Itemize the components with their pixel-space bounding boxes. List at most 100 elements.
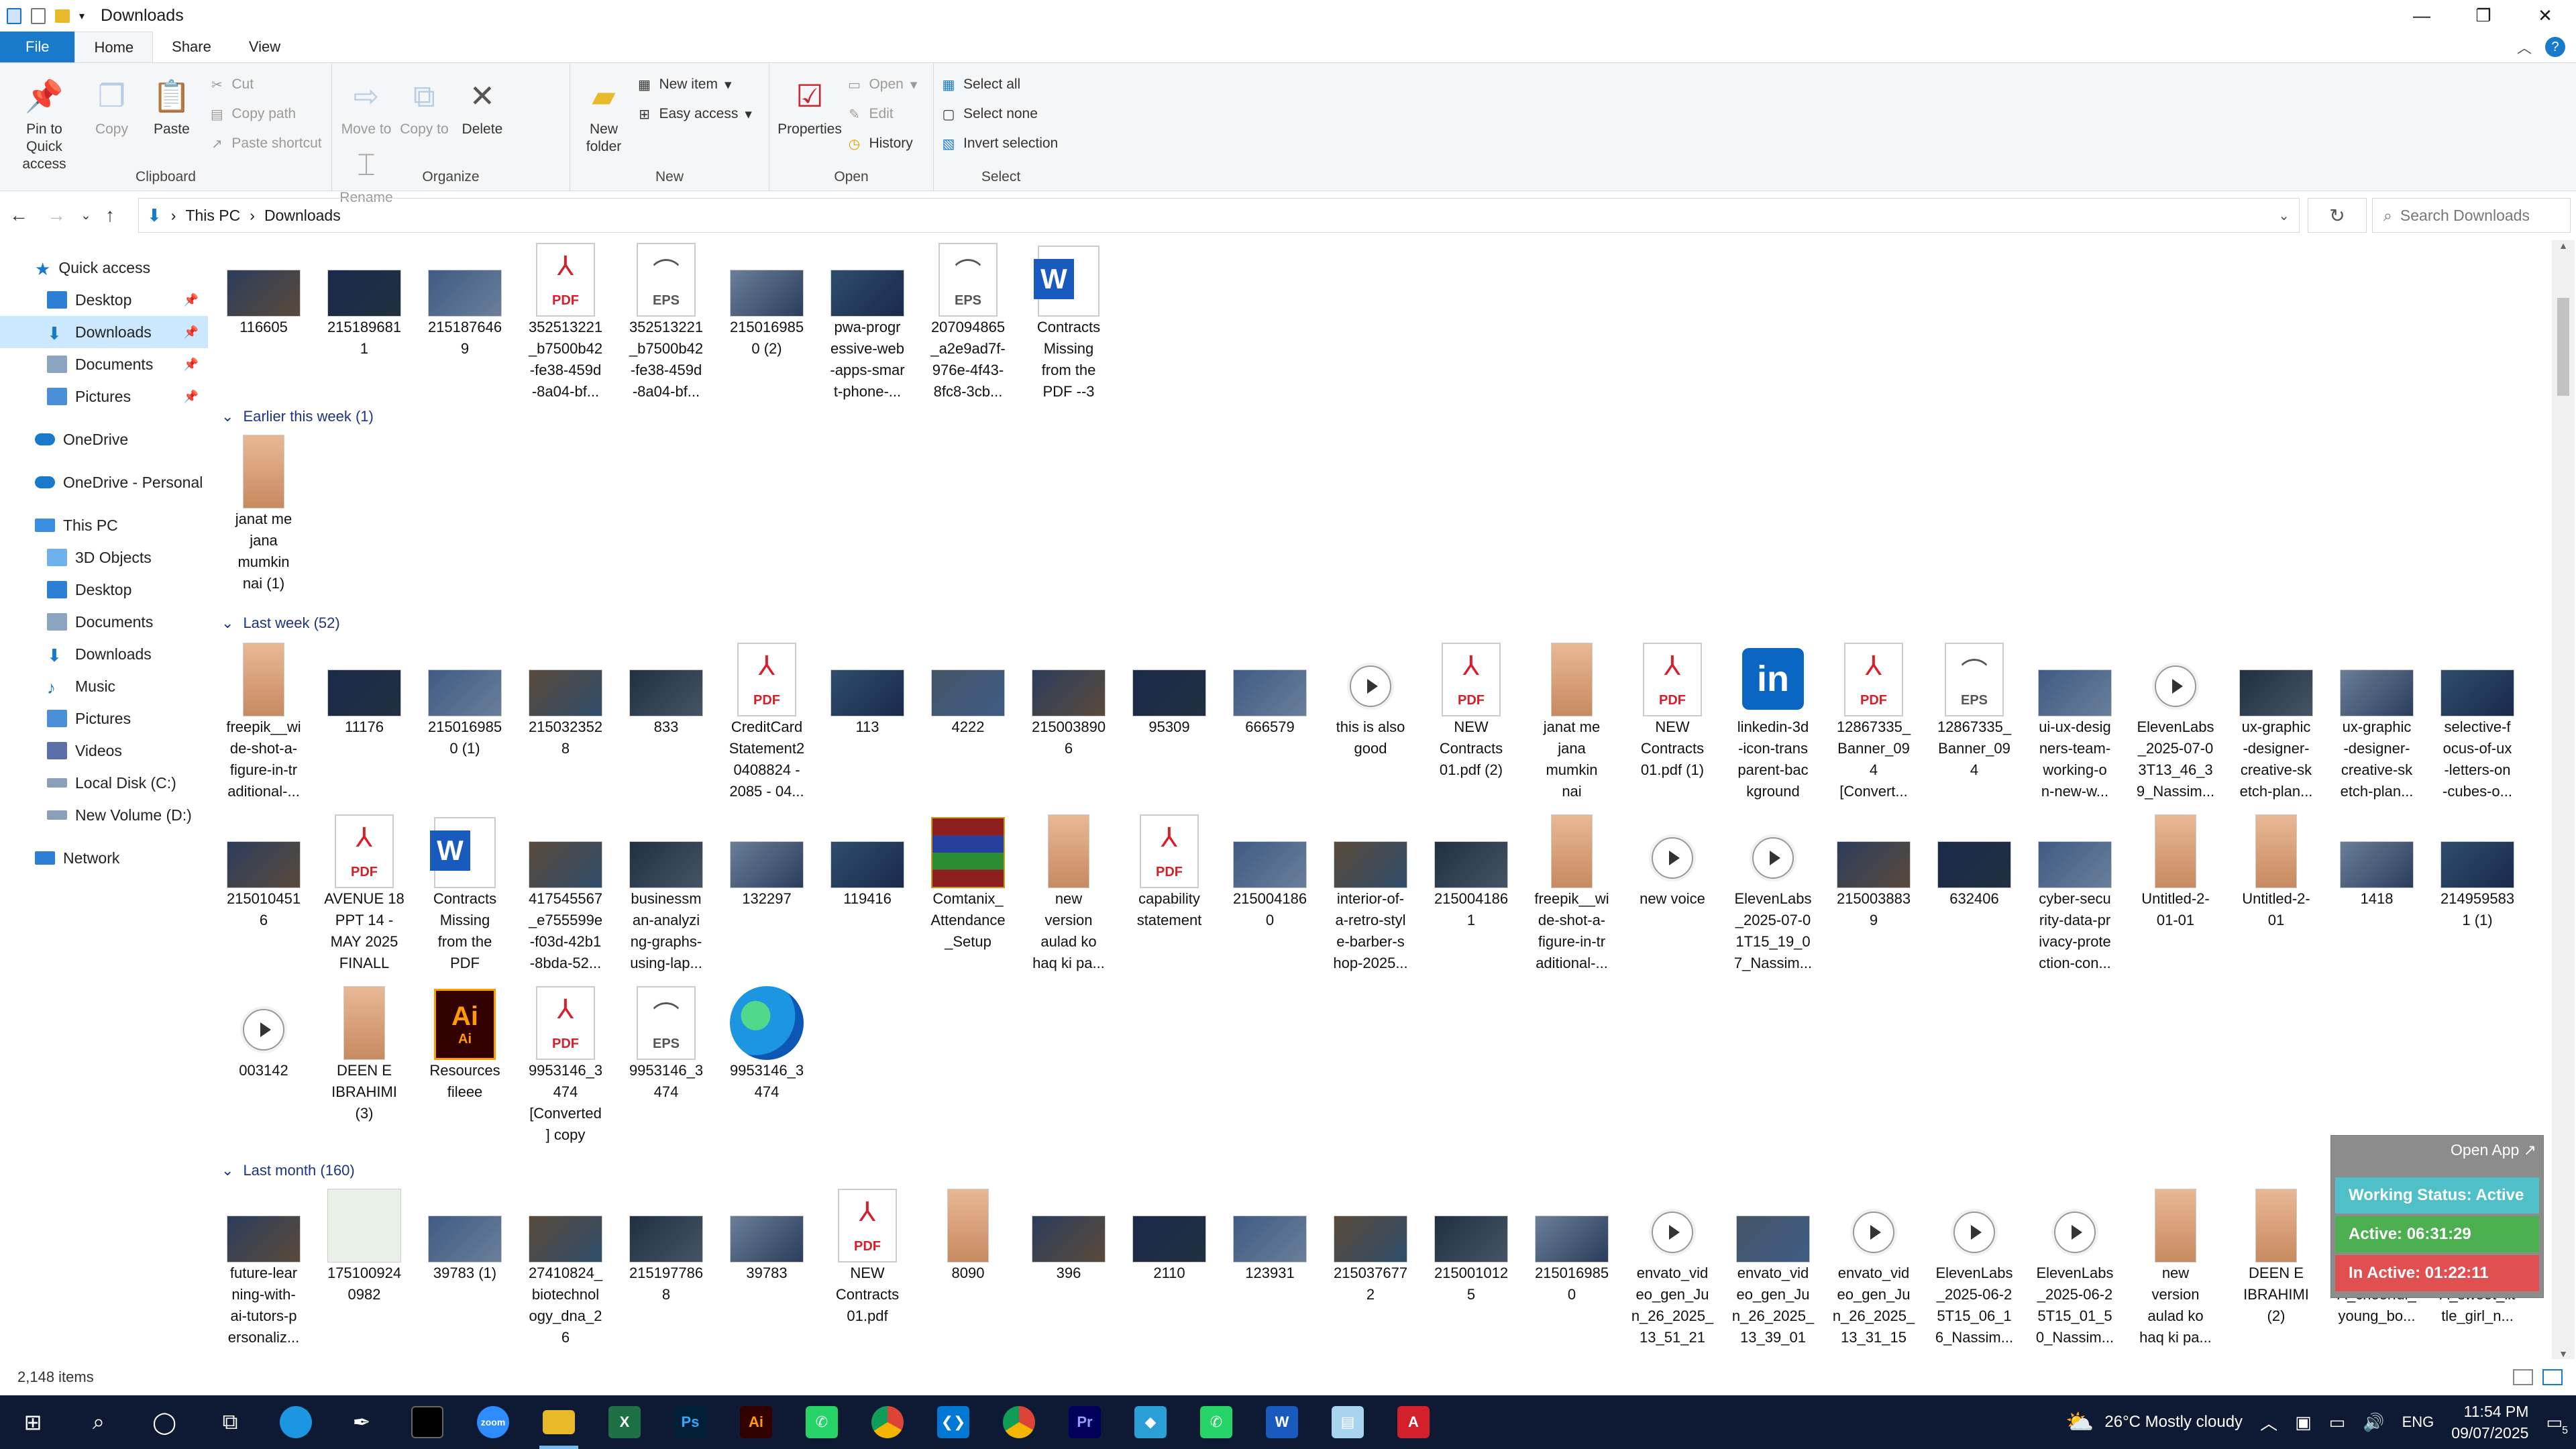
breadcrumb-downloads[interactable]: Downloads: [264, 207, 341, 225]
new-folder-quick-icon[interactable]: [55, 9, 70, 23]
tab-file[interactable]: File: [0, 32, 75, 62]
file-item[interactable]: pwa-progr essive-web -apps-smar t-phone-...: [817, 240, 918, 402]
nav-new-volume[interactable]: New Volume (D:): [0, 799, 208, 831]
delete-button[interactable]: ✕ Delete: [455, 70, 510, 138]
nav-local-disk[interactable]: Local Disk (C:): [0, 767, 208, 799]
taskbar-illustrator[interactable]: Ai: [723, 1395, 789, 1449]
file-item[interactable]: future-lear ning-with-ai-tutors-p ersonali…: [213, 1182, 314, 1348]
volume-icon[interactable]: 🔊: [2363, 1412, 2384, 1433]
taskbar-terminal[interactable]: [394, 1395, 460, 1449]
file-item[interactable]: 833: [616, 636, 716, 802]
back-button[interactable]: ←: [0, 205, 38, 226]
search-input[interactable]: ⌕ Search Downloads: [2372, 198, 2571, 233]
file-item[interactable]: 215197786 8: [616, 1182, 716, 1348]
file-item[interactable]: DEEN E IBRAHIMI (3): [314, 979, 415, 1146]
file-item[interactable]: ⌒ EPS 207094865 _a2e9ad7f- 976e-4f43- 8fc8-3c…: [918, 240, 1018, 402]
file-item[interactable]: 215003890 6: [1018, 636, 1119, 802]
taskbar-app-blue[interactable]: ◆: [1118, 1395, 1183, 1449]
file-item[interactable]: cyber-secu rity-data-pr ivacy-prote ction-c…: [2025, 808, 2125, 974]
start-button[interactable]: ⊞: [0, 1395, 66, 1449]
tab-share[interactable]: Share: [153, 32, 230, 62]
tab-view[interactable]: View: [230, 32, 299, 62]
file-item[interactable]: 215189681 1: [314, 240, 415, 402]
file-item[interactable]: new voice: [1622, 808, 1723, 974]
file-item[interactable]: Comtanix_ Attendance _Setup: [918, 808, 1018, 974]
language-indicator[interactable]: ENG: [2402, 1413, 2434, 1431]
file-item[interactable]: freepik__wi de-shot-a-figure-in-tr adition…: [1521, 808, 1622, 974]
file-item[interactable]: ⅄ PDF NEW Contracts 01.pdf (1): [1622, 636, 1723, 802]
file-item[interactable]: 8090: [918, 1182, 1018, 1348]
search-taskbar-button[interactable]: ⌕: [66, 1395, 131, 1449]
file-item[interactable]: 003142: [213, 979, 314, 1146]
taskbar-vscode[interactable]: ❮❯: [920, 1395, 986, 1449]
file-item[interactable]: ⅄ PDF AVENUE 18 PPT 14 - MAY 2025 FINALL: [314, 808, 415, 974]
taskbar-chrome[interactable]: [855, 1395, 920, 1449]
file-item[interactable]: 116605: [213, 240, 314, 402]
scroll-thumb[interactable]: [2557, 298, 2569, 396]
file-item[interactable]: ElevenLabs _2025-06-2 5T15_06_1 6_Nassim...: [1924, 1182, 2025, 1348]
taskbar-notepad[interactable]: ▤: [1315, 1395, 1381, 1449]
file-item[interactable]: Untitled-2- 01: [2226, 808, 2326, 974]
task-view-button[interactable]: ⧉: [197, 1395, 263, 1449]
taskbar-edge[interactable]: [263, 1395, 329, 1449]
file-item[interactable]: 1418: [2326, 808, 2427, 974]
nav-onedrive[interactable]: OneDrive: [0, 423, 208, 455]
open-app-button[interactable]: Open App ↗: [2451, 1141, 2536, 1159]
file-item[interactable]: 215016985 0: [1521, 1182, 1622, 1348]
file-item[interactable]: janat me jana mumkin nai (1): [213, 428, 314, 594]
file-item[interactable]: interior-of-a-retro-styl e-barber-s hop-20…: [1320, 808, 1421, 974]
file-item[interactable]: ux-graphic -designer-creative-sk etch-plan…: [2226, 636, 2326, 802]
nav-onedrive-personal[interactable]: OneDrive - Personal: [0, 466, 208, 498]
close-button[interactable]: ✕: [2514, 0, 2576, 32]
select-none-button[interactable]: ▢ Select none: [941, 99, 1061, 129]
file-item[interactable]: DEEN E IBRAHIMI (2): [2226, 1182, 2326, 1348]
cortana-button[interactable]: ◯: [131, 1395, 197, 1449]
file-item[interactable]: ⅄ PDF 9953146_3 474 [Converted] copy: [515, 979, 616, 1146]
file-item[interactable]: 39783 (1): [415, 1182, 515, 1348]
file-item[interactable]: 215003883 9: [1823, 808, 1924, 974]
file-item[interactable]: ElevenLabs _2025-06-2 5T15_01_5 0_Nassim...: [2025, 1182, 2125, 1348]
file-item[interactable]: 214959583 1 (1): [2427, 808, 2528, 974]
taskbar-zoom[interactable]: zoom: [460, 1395, 526, 1449]
file-item[interactable]: ⅄ PDF CreditCard Statement2 0408824 - 2085 - …: [716, 636, 817, 802]
group-header-last-month[interactable]: ⌄ Last month (160): [221, 1162, 355, 1179]
scroll-up-icon[interactable]: ▲: [2552, 240, 2575, 251]
new-folder-button[interactable]: ▰ New folder: [577, 70, 631, 156]
taskbar-whatsapp-2[interactable]: ✆: [1183, 1395, 1249, 1449]
maximize-button[interactable]: ❐: [2453, 0, 2514, 32]
paste-button[interactable]: 📋 Paste: [142, 70, 202, 138]
file-item[interactable]: selective-f ocus-of-ux -letters-on -cubes-o…: [2427, 636, 2528, 802]
file-item[interactable]: 119416: [817, 808, 918, 974]
file-item[interactable]: ui-ux-desig ners-team-working-o n-new-w...: [2025, 636, 2125, 802]
file-item[interactable]: 215016985 0 (2): [716, 240, 817, 402]
tab-home[interactable]: Home: [74, 32, 154, 62]
file-item[interactable]: 396: [1018, 1182, 1119, 1348]
file-item[interactable]: ⅄ PDF 12867335_ Banner_09 4 [Convert...: [1823, 636, 1924, 802]
file-item[interactable]: 215037677 2: [1320, 1182, 1421, 1348]
nav-qa-desktop[interactable]: Desktop 📌: [0, 284, 208, 316]
clock[interactable]: 11:54 PM 09/07/2025: [2451, 1401, 2528, 1444]
network-tray-icon[interactable]: ▭: [2329, 1412, 2346, 1433]
file-item[interactable]: 9953146_3 474: [716, 979, 817, 1146]
nav-documents[interactable]: Documents: [0, 606, 208, 638]
file-item[interactable]: ⌒ EPS 352513221 _b7500b42 -fe38-459d -8a04-bf…: [616, 240, 716, 402]
file-item[interactable]: Untitled-2- 01-01: [2125, 808, 2226, 974]
show-hidden-icons[interactable]: ︿: [2260, 1410, 2277, 1435]
file-item[interactable]: 632406: [1924, 808, 2025, 974]
select-all-button[interactable]: ▦ Select all: [941, 70, 1061, 99]
edit-button[interactable]: ✎ Edit: [846, 99, 917, 129]
file-item[interactable]: businessm an-analyzi ng-graphs-using-lap..…: [616, 808, 716, 974]
cut-button[interactable]: ✂ Cut: [209, 70, 321, 99]
file-item[interactable]: ⌒ EPS 12867335_ Banner_09 4: [1924, 636, 2025, 802]
history-button[interactable]: ◷ History: [846, 129, 917, 158]
nav-music[interactable]: ♪ Music: [0, 670, 208, 702]
file-item[interactable]: ⌒ EPS 9953146_3 474: [616, 979, 716, 1146]
nav-qa-downloads[interactable]: ⬇ Downloads 📌: [0, 316, 208, 348]
file-item[interactable]: this is also good: [1320, 636, 1421, 802]
move-to-button[interactable]: ⇨ Move to: [339, 70, 394, 138]
group-header-last-week[interactable]: ⌄ Last week (52): [221, 614, 340, 632]
new-item-button[interactable]: ▦ New item ▾: [636, 70, 751, 99]
copy-path-button[interactable]: ▤ Copy path: [209, 99, 321, 129]
forward-button[interactable]: →: [38, 205, 75, 226]
file-item[interactable]: envato_vid eo_gen_Ju n_26_2025_ 13_51_21: [1622, 1182, 1723, 1348]
